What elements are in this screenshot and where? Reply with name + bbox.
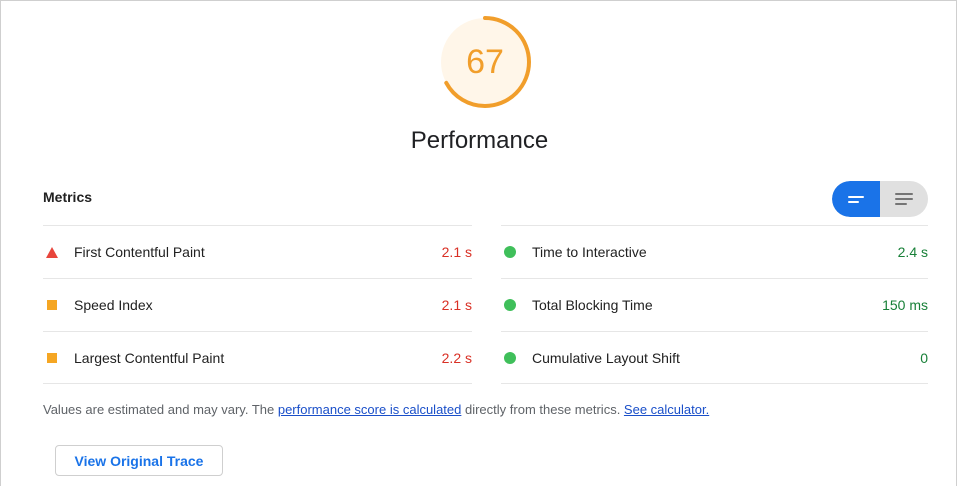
note-middle: directly from these metrics. <box>461 402 624 417</box>
average-square-icon <box>47 300 57 310</box>
pass-circle-icon <box>504 246 516 258</box>
table-view-button[interactable] <box>880 181 928 217</box>
gauge-score: 67 <box>466 42 504 81</box>
metrics-column-left: First Contentful Paint 2.1 s Speed Index… <box>43 225 472 384</box>
metric-label: Cumulative Layout Shift <box>532 349 680 366</box>
pass-circle-icon <box>504 299 516 311</box>
metric-value: 0 <box>920 349 928 366</box>
fail-triangle-icon <box>46 246 58 258</box>
average-square-icon <box>47 352 57 363</box>
note-prefix: Values are estimated and may vary. The <box>43 402 278 417</box>
metric-label: Largest Contentful Paint <box>74 349 225 366</box>
metrics-view-toggle[interactable] <box>832 181 928 217</box>
metric-value: 150 ms <box>882 297 928 313</box>
view-original-trace-button[interactable]: View Original Trace <box>55 445 223 476</box>
metrics-column-right: Time to Interactive 2.4 s Total Blocking… <box>501 225 928 384</box>
metric-row: Speed Index 2.1 s <box>43 278 472 331</box>
list-view-button[interactable] <box>832 181 880 217</box>
metric-row: First Contentful Paint 2.1 s <box>43 225 472 278</box>
metric-label: First Contentful Paint <box>74 244 205 260</box>
expanded-view-icon <box>895 193 913 205</box>
pass-circle-icon <box>504 351 516 364</box>
metric-value: 2.2 s <box>441 349 472 366</box>
metric-row: Total Blocking Time 150 ms <box>501 278 928 331</box>
metric-label: Time to Interactive <box>532 244 647 260</box>
metric-row: Cumulative Layout Shift 0 <box>501 331 928 384</box>
metric-label: Total Blocking Time <box>532 297 653 313</box>
report-panel: 67 Performance Metrics First Contentful … <box>0 0 957 486</box>
metric-value: 2.4 s <box>897 244 928 260</box>
metric-row: Time to Interactive 2.4 s <box>501 225 928 278</box>
score-calculation-link[interactable]: performance score is calculated <box>278 402 462 417</box>
metric-label: Speed Index <box>74 297 153 313</box>
metric-row: Largest Contentful Paint 2.2 s <box>43 331 472 384</box>
metric-value: 2.1 s <box>441 244 472 260</box>
performance-gauge[interactable]: 67 <box>436 13 534 111</box>
metric-value: 2.1 s <box>441 297 472 313</box>
list-view-icon <box>848 195 864 203</box>
gauge-title: Performance <box>410 127 549 154</box>
estimate-note: Values are estimated and may vary. The p… <box>43 402 709 417</box>
metrics-header: Metrics <box>43 189 93 205</box>
see-calculator-link[interactable]: See calculator. <box>624 402 709 417</box>
